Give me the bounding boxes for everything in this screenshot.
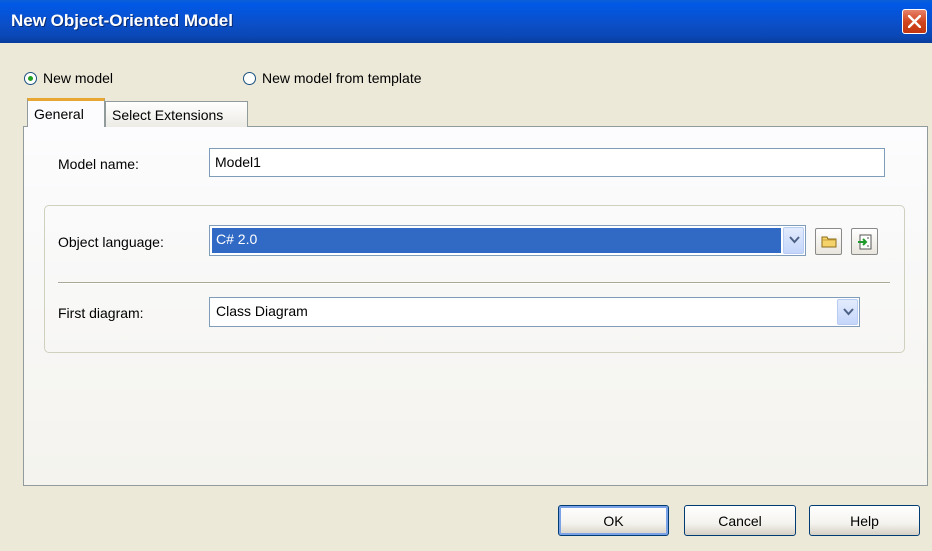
tab-general-label: General — [34, 106, 84, 122]
model-name-value: Model1 — [215, 154, 261, 170]
browse-language-button[interactable] — [815, 228, 842, 255]
first-diagram-select[interactable]: Class Diagram — [209, 297, 860, 327]
first-diagram-dropdown-button[interactable] — [837, 299, 858, 325]
tab-general[interactable]: General — [27, 98, 105, 127]
template-label: New model from template — [262, 70, 422, 86]
ok-button[interactable]: OK — [558, 505, 669, 536]
object-language-dropdown-button[interactable] — [783, 227, 804, 254]
window-title: New Object-Oriented Model — [11, 11, 233, 30]
close-button[interactable] — [902, 9, 927, 34]
new-model-option[interactable]: New model — [24, 68, 113, 88]
folder-icon — [821, 236, 837, 248]
chevron-down-icon — [789, 236, 800, 244]
new-model-radio[interactable] — [24, 71, 37, 85]
template-option[interactable]: New model from template — [243, 68, 422, 88]
import-icon — [858, 234, 872, 250]
model-name-label: Model name: — [58, 156, 139, 172]
close-icon — [908, 15, 921, 28]
object-language-value: C# 2.0 — [212, 228, 781, 253]
help-button[interactable]: Help — [809, 505, 920, 536]
tab-select-extensions-label: Select Extensions — [112, 107, 224, 123]
first-diagram-label: First diagram: — [58, 305, 144, 321]
title-bar[interactable]: New Object-Oriented Model — [0, 0, 932, 43]
group-separator — [58, 282, 890, 284]
new-model-label: New model — [43, 70, 114, 86]
dialog-window: New Object-Oriented Model New model New … — [0, 0, 932, 551]
tab-select-extensions[interactable]: Select Extensions — [105, 101, 248, 127]
template-radio[interactable] — [243, 71, 256, 85]
object-language-label: Object language: — [58, 234, 164, 250]
object-language-select[interactable]: C# 2.0 — [209, 225, 806, 256]
chevron-down-icon — [843, 308, 854, 316]
cancel-button[interactable]: Cancel — [684, 505, 796, 536]
import-language-button[interactable] — [851, 228, 878, 255]
model-name-field[interactable]: Model1 — [209, 148, 885, 177]
first-diagram-value: Class Diagram — [216, 303, 308, 319]
